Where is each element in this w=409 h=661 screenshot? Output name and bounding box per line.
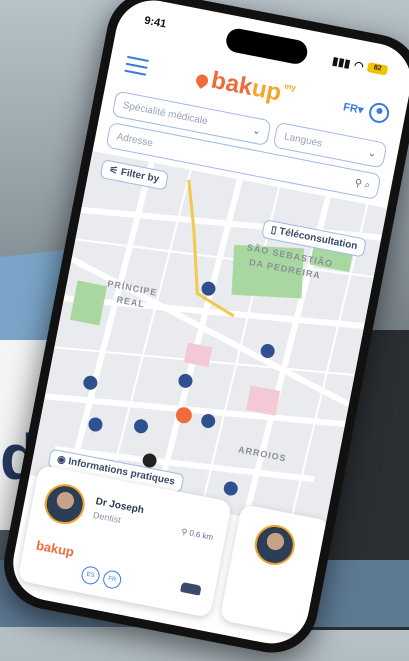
chevron-down-icon: ⌄ bbox=[366, 147, 378, 160]
logo-text-main: bak bbox=[209, 66, 255, 102]
location-search-icon[interactable]: ⚲ ⌕ bbox=[354, 177, 372, 191]
specialty-placeholder: Spécialité médicale bbox=[121, 99, 209, 127]
language-badge: ES bbox=[80, 564, 102, 586]
selected-map-pin-icon bbox=[171, 407, 192, 436]
car-icon bbox=[180, 581, 202, 596]
distance: ⚲ 0.6 km bbox=[180, 527, 214, 542]
language-badge: FR bbox=[101, 569, 123, 591]
map-pin-icon bbox=[198, 281, 216, 306]
location-pin-icon bbox=[193, 72, 211, 89]
user-icon[interactable] bbox=[367, 101, 391, 125]
logo-text-accent: up bbox=[249, 74, 284, 107]
map-pin-icon bbox=[130, 419, 148, 444]
map-pin-icon bbox=[175, 373, 193, 399]
avatar bbox=[41, 480, 89, 528]
signal-icon: ▮▮▮ bbox=[331, 54, 352, 70]
app-logo: bak up my bbox=[193, 64, 297, 110]
card-brand-logo: bakup bbox=[34, 537, 76, 560]
menu-icon[interactable] bbox=[124, 55, 149, 76]
map-pin-icon bbox=[85, 417, 103, 442]
language-selector[interactable]: FR▾ bbox=[342, 100, 364, 117]
status-time: 9:41 bbox=[143, 14, 168, 31]
logo-text-small: my bbox=[283, 81, 297, 93]
chevron-down-icon: ⌄ bbox=[251, 124, 262, 138]
map-pin-icon bbox=[257, 344, 275, 369]
avatar bbox=[251, 521, 299, 569]
language-badges: ES FR bbox=[80, 564, 123, 591]
map-pin-icon bbox=[197, 414, 216, 439]
doctor-card[interactable] bbox=[219, 503, 331, 637]
map-pin-icon bbox=[79, 375, 98, 401]
battery-icon: 82 bbox=[366, 61, 389, 76]
header-actions: FR▾ bbox=[342, 96, 391, 125]
address-placeholder: Adresse bbox=[115, 130, 154, 149]
doctor-role: Dentist bbox=[92, 509, 122, 526]
language-placeholder: Langues bbox=[283, 130, 324, 149]
wifi-icon: ◠ bbox=[353, 58, 365, 73]
status-icons: ▮▮▮ ◠ 82 bbox=[331, 51, 389, 79]
